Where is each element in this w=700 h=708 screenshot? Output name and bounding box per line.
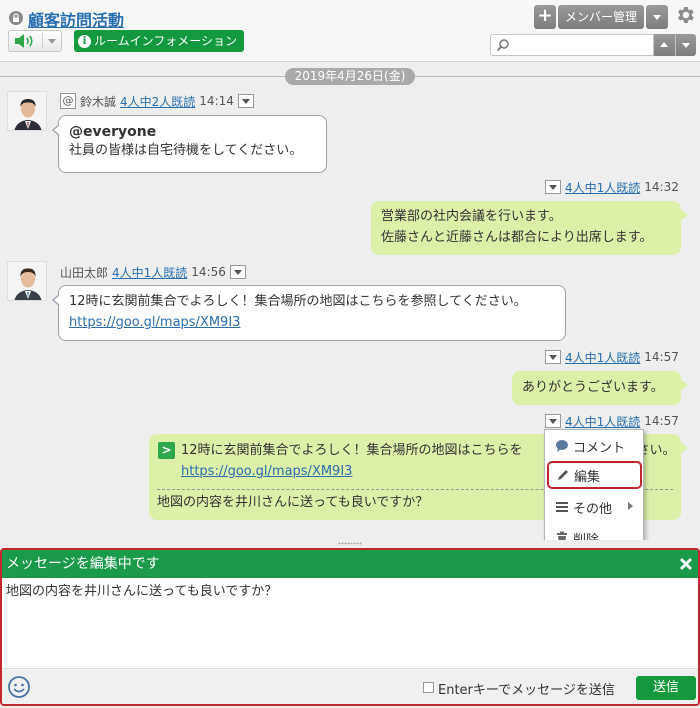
avatar-image	[8, 92, 46, 130]
message-time: 14:57	[644, 414, 679, 428]
editing-banner-label: メッセージを編集中です	[6, 556, 160, 572]
menu-item-label: 編集	[574, 469, 601, 485]
quote-icon: >	[158, 442, 175, 459]
message-bubble: 12時に玄関前集合でよろしく！集合場所の地図はこちらを参照してください。 htt…	[52, 285, 566, 341]
editor-footer: Enterキーでメッセージを送信 送信	[2, 668, 698, 704]
info-icon: i	[78, 34, 91, 48]
message-link[interactable]: https://goo.gl/maps/XM9I3	[69, 312, 555, 333]
message-menu-button[interactable]	[545, 414, 561, 428]
message-text: 地図の内容を井川さんに送っても良いですか？	[157, 495, 429, 510]
read-status-link[interactable]: 4人中1人既読	[565, 349, 640, 366]
list-icon	[556, 502, 568, 512]
search-box	[490, 34, 654, 56]
menu-item-label: その他	[573, 501, 613, 517]
message-meta: 4人中1人既読 14:57	[545, 349, 679, 365]
send-button[interactable]: 送信	[636, 676, 696, 700]
message-context-menu: コメント 編集 その他 削除	[544, 429, 644, 554]
resize-handle[interactable]	[0, 540, 700, 548]
message-line: 佐藤さんと近藤さんは都合により出席します。	[381, 230, 653, 245]
date-separator: 2019年4月26日(金)	[285, 68, 415, 85]
add-button[interactable]: +	[534, 5, 556, 29]
notification-sound-toggle[interactable]	[8, 30, 62, 52]
search-next-button[interactable]	[675, 34, 696, 56]
room-info-button[interactable]: i ルームインフォメーション	[74, 30, 245, 52]
menu-item-comment[interactable]: コメント	[545, 432, 643, 460]
room-header: 顧客訪問活動 i ルームインフォメーション + メンバー管理	[0, 0, 700, 62]
message-meta: 山田太郎 4人中1人既読 14:56	[60, 264, 246, 280]
message-input[interactable]: 地図の内容を井川さんに送っても良いですか？	[6, 582, 694, 668]
message-meta: 4人中1人既読 14:32	[545, 179, 679, 195]
avatar-image	[8, 262, 46, 300]
read-status-link[interactable]: 4人中1人既読	[565, 413, 640, 430]
quoted-text-start: 12時に玄関前集合でよろしく！集合場所の地図はこちらを	[181, 443, 523, 458]
pencil-icon	[558, 470, 568, 480]
message-menu-button[interactable]	[545, 350, 561, 364]
divider	[42, 33, 43, 49]
mention-icon: @	[60, 93, 76, 109]
search-input[interactable]	[513, 37, 649, 53]
lock-icon	[9, 11, 23, 25]
search-icon	[496, 39, 509, 52]
member-management-button[interactable]: メンバー管理	[558, 5, 644, 29]
message-text: ありがとうございます。	[522, 380, 664, 395]
search-prev-button[interactable]	[654, 34, 675, 56]
comment-icon	[556, 440, 568, 452]
emoji-icon[interactable]	[7, 675, 31, 699]
gear-icon[interactable]	[674, 4, 696, 26]
read-status-link[interactable]: 4人中1人既読	[565, 179, 640, 196]
member-button-group: + メンバー管理	[534, 5, 668, 29]
message-menu-button[interactable]	[545, 180, 561, 194]
message-menu-button[interactable]	[229, 265, 246, 279]
enter-to-send-checkbox[interactable]	[423, 682, 434, 693]
message-time: 14:32	[644, 180, 679, 194]
editing-banner: メッセージを編集中です	[2, 550, 698, 578]
message-text: 社員の皆様は自宅待機をしてください。	[69, 143, 303, 158]
speaker-icon	[15, 34, 33, 48]
read-status-link[interactable]: 4人中2人既読	[120, 93, 195, 110]
menu-item-more[interactable]: その他	[545, 493, 643, 521]
message-time: 14:57	[644, 350, 679, 364]
sender-name: 山田太郎	[60, 265, 109, 280]
read-status-link[interactable]: 4人中1人既読	[112, 264, 187, 281]
message-bubble: @everyone 社員の皆様は自宅待機をしてください。	[52, 115, 327, 173]
message-text: 12時に玄関前集合でよろしく！集合場所の地図はこちらを参照してください。	[69, 294, 527, 309]
message-bubble: 営業部の社内会議を行います。 佐藤さんと近藤さんは都合により出席します。	[371, 201, 688, 255]
message-meta: @ 鈴木誠 4人中2人既読 14:14	[60, 93, 254, 109]
message-line: 営業部の社内会議を行います。	[381, 209, 562, 224]
member-dropdown-button[interactable]	[646, 5, 668, 29]
message-menu-button[interactable]	[237, 94, 254, 108]
close-icon[interactable]	[678, 556, 694, 572]
room-title[interactable]: 顧客訪問活動	[28, 7, 124, 31]
message-meta: 4人中1人既読 14:57	[545, 413, 679, 429]
sender-name: 鈴木誠	[80, 94, 117, 109]
menu-item-label: コメント	[573, 440, 626, 456]
menu-item-edit[interactable]: 編集	[547, 461, 642, 489]
grip-icon	[338, 542, 362, 545]
chevron-right-icon	[628, 502, 633, 510]
message-time: 14:14	[199, 94, 234, 108]
avatar[interactable]	[7, 261, 47, 301]
room-info-label: ルームインフォメーション	[94, 34, 238, 48]
message-editor: メッセージを編集中です 地図の内容を井川さんに送っても良いですか？ Enterキ…	[0, 548, 700, 706]
message-time: 14:56	[191, 265, 226, 279]
enter-to-send-label[interactable]: Enterキーでメッセージを送信	[438, 679, 615, 698]
avatar[interactable]	[7, 91, 47, 131]
message-bubble: ありがとうございます。	[512, 371, 688, 405]
chevron-down-icon[interactable]	[48, 39, 56, 44]
